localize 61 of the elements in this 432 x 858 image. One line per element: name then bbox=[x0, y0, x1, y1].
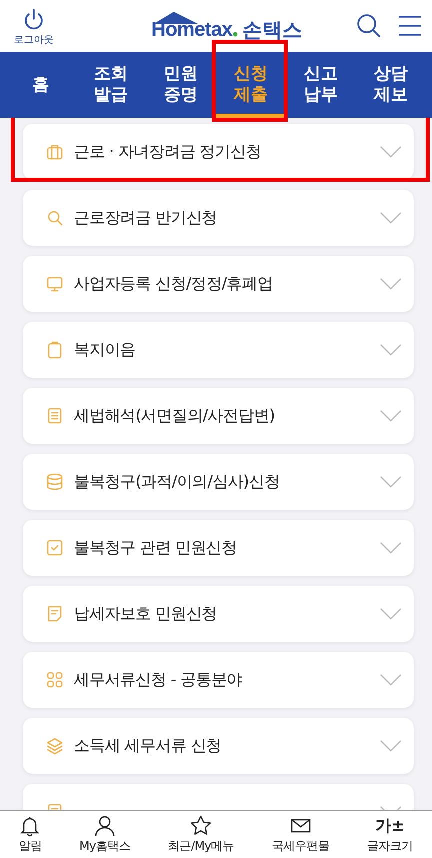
bottom-nav-button[interactable]: 국세우편물 bbox=[272, 814, 330, 854]
chevron-down-icon bbox=[380, 740, 402, 752]
monitor-icon bbox=[46, 275, 64, 293]
document-icon bbox=[46, 407, 64, 425]
chevron-down-icon bbox=[380, 674, 402, 686]
chevron-down-icon bbox=[380, 608, 402, 620]
menu-item-label: 불복청구 관련 민원신청 bbox=[74, 538, 238, 558]
menu-item[interactable]: 불복청구(과적/이의/심사)신청 bbox=[23, 454, 414, 510]
menu-item[interactable]: 소득세 세무서류 신청 bbox=[23, 718, 414, 774]
checkbox-icon bbox=[46, 539, 64, 557]
menu-item[interactable]: 근로장려금 반기신청 bbox=[23, 190, 414, 246]
search-icon[interactable] bbox=[356, 13, 382, 39]
menu-item-label: 세무서류신청 - 공통분야 bbox=[74, 670, 244, 690]
nav-tab[interactable]: 민원 증명 bbox=[146, 52, 216, 118]
person-icon bbox=[94, 814, 116, 836]
chevron-down-icon bbox=[380, 146, 402, 158]
grid-icon bbox=[46, 671, 64, 689]
menu-item-label: 근로 · 자녀장려금 정기신청 bbox=[74, 142, 262, 162]
menu-item-label: 사업자등록 신청/정정/휴폐업 bbox=[74, 274, 274, 294]
chevron-down-icon bbox=[380, 410, 402, 422]
menu-item-label: 불복청구(과적/이의/심사)신청 bbox=[74, 472, 281, 492]
search-icon bbox=[46, 209, 64, 227]
menu-item[interactable]: 사업자등록 신청/정정/휴폐업 bbox=[23, 256, 414, 312]
nav-tab[interactable]: 상담 제보 bbox=[356, 52, 426, 118]
database-icon bbox=[46, 473, 64, 491]
menu-item[interactable]: 불복청구 관련 민원신청 bbox=[23, 520, 414, 576]
bottom-nav-button[interactable]: 최근/My메뉴 bbox=[168, 814, 234, 854]
menu-item-label: 복지이음 bbox=[74, 340, 137, 360]
bottom-nav-button[interactable]: My홈택스 bbox=[80, 814, 131, 854]
nav-tab[interactable]: 신고 납부 bbox=[286, 52, 356, 118]
chevron-down-icon bbox=[380, 212, 402, 224]
menu-item-label: 납세자보호 민원신청 bbox=[74, 604, 218, 624]
menu-item[interactable]: 납세자보호 민원신청 bbox=[23, 586, 414, 642]
menu-icon[interactable] bbox=[398, 15, 422, 37]
chevron-down-icon bbox=[380, 476, 402, 488]
bottom-nav-button[interactable]: 가± 글자크기 bbox=[367, 814, 414, 854]
menu-item[interactable]: 세무서류신청 - 공통분야 bbox=[23, 652, 414, 708]
app-name: 손택스 bbox=[242, 19, 302, 41]
menu-item-label: 세법해석(서면질의/사전답변) bbox=[74, 406, 276, 426]
menu-item-label: 근로장려금 반기신청 bbox=[74, 208, 218, 228]
font-size-icon: 가± bbox=[375, 814, 405, 836]
menu-item[interactable]: 근로 · 자녀장려금 정기신청 bbox=[23, 124, 414, 180]
menu-item[interactable]: 복지이음 bbox=[23, 322, 414, 378]
chevron-down-icon bbox=[380, 344, 402, 356]
nav-tab[interactable]: 조회 발급 bbox=[76, 52, 146, 118]
briefcase-icon bbox=[46, 143, 64, 161]
star-icon bbox=[190, 814, 212, 836]
menu-item[interactable]: 세법해석(서면질의/사전답변) bbox=[23, 388, 414, 444]
power-icon bbox=[22, 8, 46, 32]
bell-icon bbox=[19, 814, 42, 836]
logout-button[interactable]: 로그아웃 bbox=[14, 8, 54, 46]
note-icon bbox=[46, 605, 64, 623]
layers-icon bbox=[46, 737, 64, 755]
chevron-down-icon bbox=[380, 278, 402, 290]
nav-tab[interactable]: 홈 bbox=[6, 52, 76, 118]
hometax-logo[interactable]: Hometax bbox=[152, 11, 238, 41]
nav-tab[interactable]: 신청 제출 bbox=[216, 52, 286, 118]
bottom-nav-button[interactable]: 알림 bbox=[18, 814, 42, 854]
chevron-down-icon bbox=[380, 542, 402, 554]
clipboard-icon bbox=[46, 341, 64, 359]
menu-item-label: 소득세 세무서류 신청 bbox=[74, 736, 223, 756]
